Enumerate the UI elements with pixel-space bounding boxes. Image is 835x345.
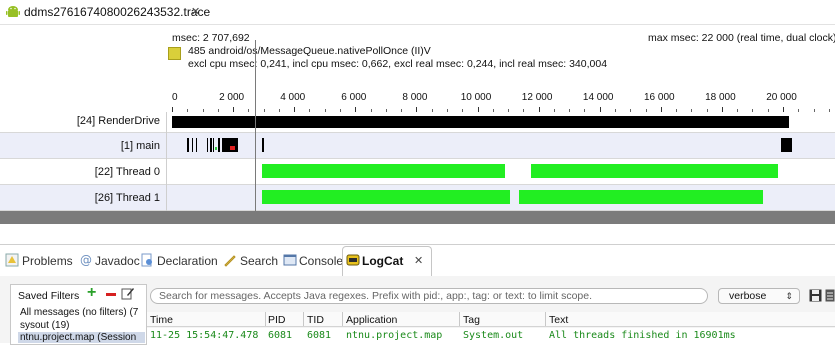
console-icon [283,254,297,266]
thread-segment[interactable] [530,164,779,178]
logcat-icon [346,254,360,266]
trace-max-msec: max msec: 22 000 (real time, dual clock) [648,32,835,44]
remove-filter-icon[interactable] [106,293,116,296]
thread-label: [1] main [120,140,160,152]
problems-icon [5,253,19,267]
time-cursor-line [254,40,256,211]
axis-tick-label: 0 [172,92,178,103]
log-table-header [147,312,835,327]
method-color-swatch [168,47,181,60]
axis-tick-label: 18 000 [705,92,736,103]
axis-tick-label: 10 000 [460,92,492,103]
column-tag[interactable]: Tag [463,314,480,326]
thread-label: [26] Thread 1 [94,192,160,204]
column-application[interactable]: Application [346,314,397,326]
tab-console[interactable]: Console [299,254,343,268]
column-divider [545,312,546,326]
column-divider [342,312,343,326]
clear-log-icon[interactable] [825,289,835,302]
cell-tag: System.out [463,330,524,341]
column-divider [303,312,304,326]
cell-pid: 6081 [268,330,293,341]
svg-text:@: @ [80,253,92,267]
axis-tick-label: 2 000 [219,92,245,103]
cell-time: 11-25 15:54:47.478 [150,330,259,341]
edit-filter-icon[interactable] [121,286,135,300]
filter-item[interactable]: sysout (19) [20,320,69,331]
thread-segment[interactable] [518,190,764,204]
filter-item-label: ntnu.project.map (Session [20,332,137,343]
log-level-select[interactable]: verbose ⇕ [718,288,800,304]
column-pid[interactable]: PID [268,314,286,326]
thread-segment[interactable] [206,138,209,152]
thread-segment[interactable] [262,138,264,152]
column-time[interactable]: Time [150,314,173,326]
column-divider [459,312,460,326]
cell-tid: 6081 [307,330,332,341]
close-icon[interactable]: ✕ [191,5,200,18]
tab-problems[interactable]: Problems [22,254,73,268]
axis-tick-label: 12 000 [521,92,553,103]
thread-segment[interactable] [210,138,212,152]
editor-tab-title: ddms2761674080026243532.trace [24,5,211,19]
android-icon [6,6,20,17]
flashlight-icon [224,255,236,267]
timeline-scrollbar[interactable] [0,211,835,224]
thread-label-divider [166,112,167,211]
thread-segment[interactable] [187,138,190,152]
column-tid[interactable]: TID [307,314,324,326]
thread-segment[interactable] [195,138,198,152]
tab-logcat[interactable]: LogCat [362,254,403,268]
saved-filters-label: Saved Filters [18,290,80,302]
add-filter-icon[interactable]: + [87,284,96,302]
column-divider [265,312,266,326]
thread-segment[interactable] [217,138,220,152]
trace-method: 485 android/os/MessageQueue.nativePollOn… [188,45,431,57]
axis-tick-label: 8 000 [402,92,428,103]
axis-tick-label: 4 000 [280,92,306,103]
thread-segment[interactable] [215,147,217,150]
thread-label: [24] RenderDrive [76,115,160,127]
axis-tick-label: 14 000 [582,92,614,103]
tab-declaration[interactable]: Declaration [157,254,218,268]
filter-item[interactable]: All messages (no filters) (7 [20,307,138,318]
log-level-value: verbose [729,290,767,302]
thread-segment[interactable] [262,164,505,178]
at-sign-icon: @ [80,253,92,267]
axis-tick-label: 6 000 [341,92,367,103]
column-text[interactable]: Text [549,314,568,326]
thread-segment[interactable] [230,146,235,150]
chevron-updown-icon: ⇕ [785,291,793,301]
thread-segment[interactable] [172,116,790,128]
thread-segment[interactable] [262,190,510,204]
filter-item-selected[interactable]: ntnu.project.map (Session [18,332,145,343]
thread-segment[interactable] [212,138,215,152]
tab-javadoc[interactable]: Javadoc [95,254,140,268]
declaration-icon [141,253,152,267]
thread-segment[interactable] [781,138,793,152]
editor-tab[interactable]: ddms2761674080026243532.trace ✕ [0,0,835,25]
save-icon[interactable] [809,289,822,302]
axis-tick-label: 20 000 [766,92,797,103]
trace-msec: msec: 2 707,692 [172,32,250,44]
thread-segment[interactable] [191,138,194,152]
axis-tick-label: 16 000 [644,92,675,103]
thread-label: [22] Thread 0 [94,166,160,178]
cell-text: All threads finished in 16901ms [549,330,736,341]
tab-search[interactable]: Search [240,254,278,268]
search-input[interactable]: Search for messages. Accepts Java regexe… [150,288,708,304]
trace-details: excl cpu msec: 0,241, incl cpu msec: 0,6… [188,58,608,70]
close-icon[interactable]: ✕ [414,254,423,267]
cell-application: ntnu.project.map [346,330,443,341]
